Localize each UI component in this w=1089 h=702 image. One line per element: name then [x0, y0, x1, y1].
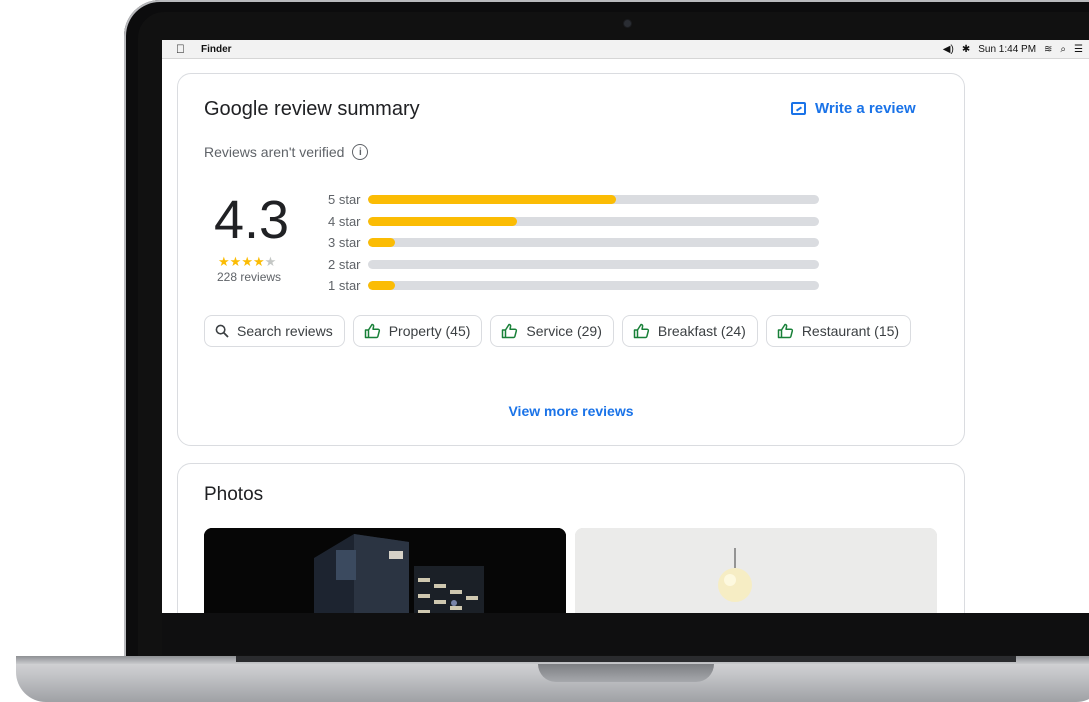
review-summary-title: Google review summary	[204, 98, 420, 120]
average-rating: 4.3	[214, 190, 290, 250]
rating-distribution: 5 star 4 star 3 star 2 star 1 star	[328, 189, 819, 297]
view-more-reviews-link[interactable]: View more reviews	[178, 403, 964, 419]
rating-bar	[368, 238, 819, 248]
rating-bar-fill	[368, 216, 517, 226]
chip-label: Restaurant (15)	[801, 323, 900, 339]
menu-bar:  Finder ◀︎) ✱ Sun 1:44 PM ≋ ⌕ ☰	[162, 40, 1089, 59]
hotel-exterior-image	[204, 528, 566, 613]
volume-icon[interactable]: ◀︎)	[943, 44, 954, 55]
write-review-label: Write a review	[815, 100, 916, 117]
chip-label: Breakfast (24)	[657, 323, 746, 339]
thumbs-up-icon	[502, 323, 518, 339]
app-name[interactable]: Finder	[201, 44, 232, 55]
write-review-icon	[791, 102, 806, 115]
rating-row-3[interactable]: 3 star	[328, 232, 819, 254]
screen:  Finder ◀︎) ✱ Sun 1:44 PM ≋ ⌕ ☰ Google …	[162, 40, 1089, 613]
status-menu-items: ◀︎) ✱ Sun 1:44 PM ≋ ⌕ ☰	[943, 44, 1083, 55]
chip-breakfast[interactable]: Breakfast (24)	[621, 315, 758, 347]
rating-bar	[368, 259, 819, 269]
rating-bar	[368, 216, 819, 226]
search-reviews-chip[interactable]: Search reviews	[204, 315, 345, 347]
star-rating: ★★★★★	[218, 254, 276, 270]
chip-label: Service (29)	[526, 323, 602, 339]
review-count: 228 reviews	[217, 270, 282, 284]
ceiling-lamp-image	[575, 528, 937, 613]
chip-label: Search reviews	[237, 323, 333, 339]
spotlight-icon[interactable]: ⌕	[1060, 44, 1066, 55]
star-icon: ★	[252, 254, 265, 269]
rating-bar	[368, 281, 819, 291]
photo-hotel-ceiling[interactable]	[575, 528, 937, 613]
star-empty-icon: ★	[264, 254, 277, 269]
thumbs-up-icon	[633, 323, 649, 339]
review-summary-card: Google review summary Write a review Rev…	[177, 73, 965, 446]
laptop-hinge	[236, 656, 1016, 662]
search-icon	[215, 324, 229, 338]
notification-center-icon[interactable]: ☰	[1074, 44, 1083, 55]
rating-bar-fill	[368, 195, 617, 205]
clock[interactable]: Sun 1:44 PM	[978, 44, 1036, 55]
photos-title: Photos	[204, 484, 264, 505]
rating-bar-fill	[368, 281, 396, 291]
write-review-button[interactable]: Write a review	[791, 100, 916, 117]
wifi-icon[interactable]: ≋	[1044, 44, 1052, 55]
chip-label: Property (45)	[388, 323, 471, 339]
info-icon[interactable]: i	[352, 144, 369, 160]
rating-row-5[interactable]: 5 star	[328, 189, 819, 211]
rating-row-label: 5 star	[328, 192, 361, 208]
apple-icon[interactable]: 	[176, 43, 187, 55]
photo-hotel-exterior[interactable]	[204, 528, 566, 613]
rating-row-label: 3 star	[328, 235, 361, 251]
rating-row-2[interactable]: 2 star	[328, 254, 819, 276]
webcam	[624, 20, 631, 27]
rating-bar-fill	[368, 238, 396, 248]
rating-bar	[368, 195, 819, 205]
laptop-notch	[538, 664, 714, 682]
rating-row-label: 1 star	[328, 278, 361, 294]
star-icon: ★	[241, 254, 253, 269]
thumbs-up-icon	[777, 323, 793, 339]
laptop-chin	[162, 613, 1089, 655]
chip-restaurant[interactable]: Restaurant (15)	[765, 315, 912, 347]
rating-row-label: 2 star	[328, 256, 361, 272]
chip-service[interactable]: Service (29)	[490, 315, 614, 347]
star-icon: ★	[218, 254, 230, 269]
rating-row-1[interactable]: 1 star	[328, 275, 819, 297]
reviews-not-verified-note: Reviews aren't verified i	[204, 144, 369, 160]
star-icon: ★	[229, 254, 242, 269]
thumbs-up-icon	[364, 323, 380, 339]
rating-row-4[interactable]: 4 star	[328, 211, 819, 233]
rating-row-label: 4 star	[328, 213, 361, 229]
review-filter-chips: Search reviews Property (45) Service (29…	[204, 315, 912, 347]
photos-card: Photos	[177, 463, 965, 613]
chip-property[interactable]: Property (45)	[352, 315, 483, 347]
not-verified-text: Reviews aren't verified	[204, 144, 345, 160]
bluetooth-icon[interactable]: ✱	[962, 44, 970, 55]
